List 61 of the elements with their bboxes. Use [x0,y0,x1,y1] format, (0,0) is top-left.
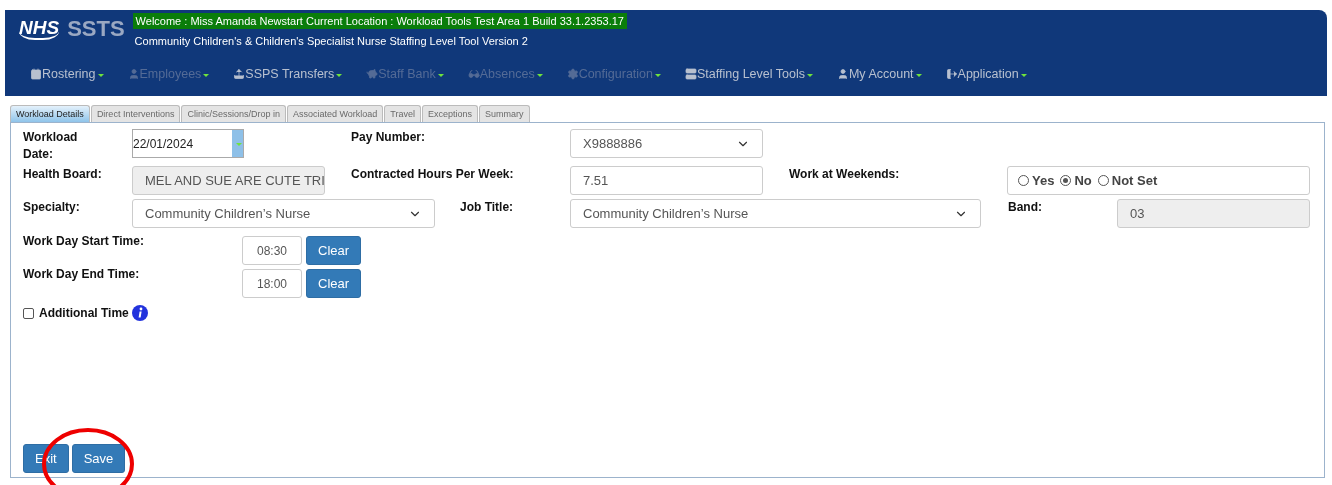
hours-field[interactable]: 7.51 [570,166,763,195]
caret-icon [806,73,813,77]
calendar-icon [30,68,42,80]
menu-item[interactable]: Application [945,67,1027,81]
logo: NHS [19,18,60,40]
field-label: Job Title: [460,199,515,216]
menu-item[interactable]: My Account [836,67,922,81]
field-label: Work Day End Time: [23,266,141,283]
menu-item[interactable]: Rostering [30,67,104,81]
clear-button[interactable]: Clear [306,236,362,265]
product-name: SSTS [67,16,125,42]
field-label: Band: [1008,199,1043,216]
server-icon [685,68,697,80]
radio-option[interactable]: No [1060,173,1092,188]
info-icon[interactable] [131,305,148,321]
date-field[interactable]: 22/01/2024 [132,129,244,158]
tab[interactable]: Direct Interventions [90,105,181,122]
end-time-field[interactable]: 18:00 [242,269,302,298]
tab[interactable]: Summary [479,105,530,122]
tab[interactable]: Exceptions [422,105,479,122]
piggy-bank-icon [366,68,379,80]
user-icon [127,68,140,80]
tab[interactable]: Travel [384,105,421,122]
checkbox[interactable] [23,307,34,319]
menu-item[interactable]: SSPS Transfers [233,67,343,81]
specialty-select[interactable]: Community Children’s Nurse [132,199,435,228]
caret-icon [655,73,661,77]
clear-button[interactable]: Clear [306,269,362,298]
caret-icon [97,73,104,77]
caret-icon [1020,73,1027,77]
field-label: Work at Weekends: [789,166,901,183]
pay-number-select[interactable]: X9888886 [570,129,763,158]
tab[interactable]: Associated Workload [286,105,384,122]
user-icon [836,68,849,80]
tab[interactable]: Workload Details [10,105,90,122]
field-label: Pay Number: [351,129,427,146]
caret-icon [437,73,444,77]
gear-icon [566,68,579,80]
start-time-field[interactable]: 08:30 [242,236,302,265]
caret-icon [336,73,343,77]
radio-option[interactable]: Not Set [1097,173,1158,188]
caret-icon [536,73,543,77]
checkbox-label: Additional Time [39,306,129,320]
upload-icon [233,68,246,80]
welcome-banner: Welcome : Miss Amanda Newstart Current Location : Workload Tools Test Area 1 Build 33.1.2353.17 [132,13,627,29]
field-label: Specialty: [23,199,81,216]
field-label: Workload Date: [23,129,79,163]
field-label: Health Board: [23,166,103,183]
spinner-icon [232,130,243,157]
logout-icon [945,68,958,80]
tab[interactable]: Clinic/Sessions/Drop in [181,105,286,122]
glasses-icon [467,68,480,80]
radio-option[interactable]: Yes [1018,173,1055,188]
job-title-select[interactable]: Community Children’s Nurse [570,199,981,228]
caret-icon [915,73,922,77]
save-button[interactable]: Save [71,444,126,473]
field-label: Work Day Start Time: [23,233,145,250]
menu-item[interactable]: Staffing Level Tools [685,67,813,81]
caret-icon [203,73,210,77]
tool-title: Community Children's & Children's Specialist Nurse Staffing Level Tool Version 2 [133,35,529,47]
field-label: Contracted Hours Per Week: [351,166,515,183]
